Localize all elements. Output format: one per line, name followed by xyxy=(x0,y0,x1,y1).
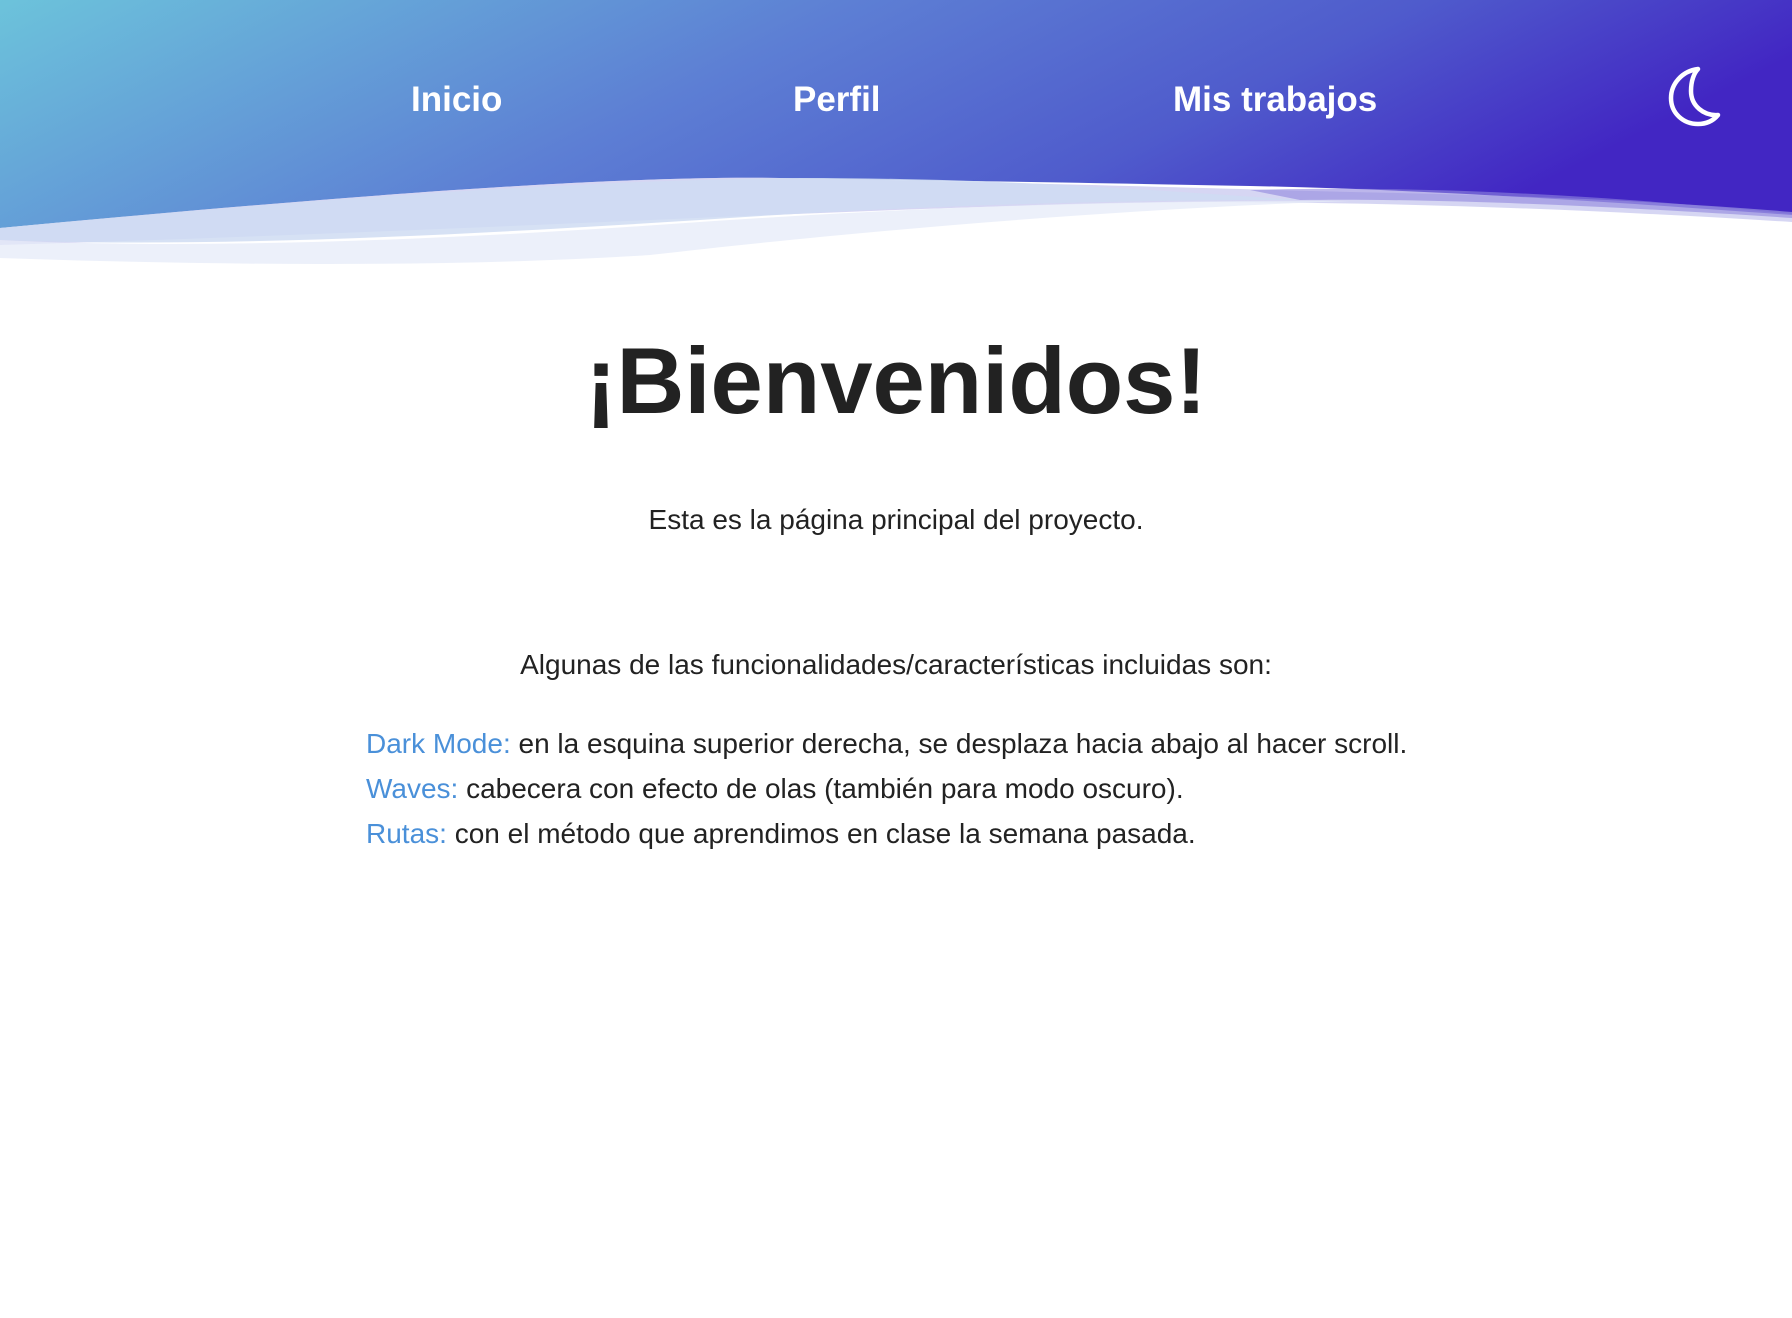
page-title: ¡Bienvenidos! xyxy=(585,328,1207,433)
main-nav: Inicio Perfil Mis trabajos xyxy=(0,0,1792,210)
list-item: Rutas: con el método que aprendimos en c… xyxy=(366,811,1407,856)
page: Inicio Perfil Mis trabajos ¡Bienvenidos!… xyxy=(0,0,1792,1318)
features-list: Dark Mode: en la esquina superior derech… xyxy=(366,721,1407,856)
page-subtitle: Esta es la página principal del proyecto… xyxy=(648,504,1144,535)
list-item: Dark Mode: en la esquina superior derech… xyxy=(366,721,1407,766)
feature-text: en la esquina superior derecha, se despl… xyxy=(510,728,1408,759)
feature-text: con el método que aprendimos en clase la… xyxy=(446,818,1196,849)
wave-header: Inicio Perfil Mis trabajos xyxy=(0,0,1792,270)
moon-icon[interactable] xyxy=(1664,64,1724,128)
nav-link-inicio[interactable]: Inicio xyxy=(411,82,502,117)
feature-label: Waves: xyxy=(366,773,459,804)
feature-label: Rutas: xyxy=(366,818,447,849)
list-item: Waves: cabecera con efecto de olas (tamb… xyxy=(366,766,1407,811)
feature-label: Dark Mode: xyxy=(366,728,511,759)
nav-link-perfil[interactable]: Perfil xyxy=(793,82,881,117)
feature-text: cabecera con efecto de olas (también par… xyxy=(458,773,1184,804)
features-intro: Algunas de las funcionalidades/caracterí… xyxy=(520,649,1272,680)
nav-link-mis-trabajos[interactable]: Mis trabajos xyxy=(1173,82,1377,117)
